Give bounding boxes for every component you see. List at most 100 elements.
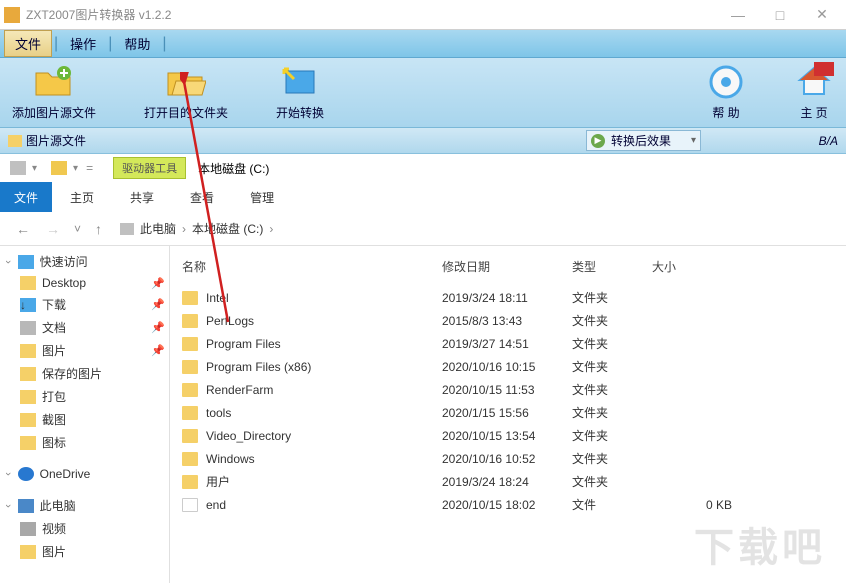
folder-icon[interactable] [51, 161, 67, 175]
file-row[interactable]: PerfLogs2015/8/3 13:43文件夹 [182, 309, 834, 332]
file-row[interactable]: Program Files2019/3/27 14:51文件夹 [182, 332, 834, 355]
onedrive-icon [18, 467, 34, 481]
start-convert-button[interactable]: 开始转换 [276, 64, 324, 121]
file-row[interactable]: Windows2020/10/16 10:52文件夹 [182, 447, 834, 470]
effect-dropdown[interactable]: ▶ 转换后效果 ▾ [586, 130, 701, 151]
sidebar-pictures-2[interactable]: 图片 [0, 540, 169, 563]
folder-icon [182, 337, 198, 351]
maximize-button[interactable]: □ [768, 3, 792, 27]
file-name: Windows [206, 452, 255, 466]
chevron-down-icon: ▾ [691, 135, 696, 146]
file-list-header: 名称 修改日期 类型 大小 [182, 252, 834, 286]
help-icon [706, 64, 746, 100]
minimize-button[interactable]: — [726, 3, 750, 27]
tab-file[interactable]: 文件 [0, 182, 52, 212]
pin-icon: 📌 [151, 344, 165, 357]
file-row[interactable]: Video_Directory2020/10/15 13:54文件夹 [182, 424, 834, 447]
column-type[interactable]: 类型 [572, 258, 652, 275]
sidebar-pictures[interactable]: 图片📌 [0, 339, 169, 362]
file-date: 2020/10/15 11:53 [442, 383, 572, 397]
file-type: 文件夹 [572, 358, 652, 375]
explorer-sidebar: 快速访问 Desktop📌 ↓下载📌 文档📌 图片📌 保存的图片 打包 截图 图… [0, 246, 170, 583]
file-row[interactable]: Program Files (x86)2020/10/16 10:15文件夹 [182, 355, 834, 378]
chevron-down-icon: ▾ [73, 163, 78, 174]
open-folder-label: 打开目的文件夹 [144, 104, 228, 121]
breadcrumb-drive[interactable]: 本地磁盘 (C:) [192, 220, 263, 237]
forward-button[interactable]: → [38, 221, 68, 237]
star-icon [18, 255, 34, 269]
open-folder-icon [166, 64, 206, 100]
download-icon: ↓ [20, 298, 36, 312]
dropdown-label: 转换后效果 [605, 132, 691, 149]
file-row[interactable]: tools2020/1/15 15:56文件夹 [182, 401, 834, 424]
back-button[interactable]: ← [8, 221, 38, 237]
file-name: RenderFarm [206, 383, 273, 397]
sidebar-video[interactable]: 视频 [0, 517, 169, 540]
open-folder-button[interactable]: 打开目的文件夹 [144, 64, 228, 121]
folder-icon [20, 390, 36, 404]
add-source-button[interactable]: 添加图片源文件 [12, 64, 96, 121]
sidebar-downloads[interactable]: ↓下载📌 [0, 293, 169, 316]
main-toolbar: 添加图片源文件 打开目的文件夹 开始转换 帮 助 主 页 [0, 58, 846, 128]
column-name[interactable]: 名称 [182, 258, 442, 275]
column-date[interactable]: 修改日期 [442, 258, 572, 275]
tab-view[interactable]: 查看 [172, 182, 232, 212]
sidebar-icons[interactable]: 图标 [0, 431, 169, 454]
up-button[interactable]: ↑ [87, 221, 110, 237]
file-name: Intel [206, 291, 229, 305]
file-type: 文件夹 [572, 289, 652, 306]
ba-label: B/A [819, 134, 838, 148]
flag-icon [814, 62, 834, 76]
drive-tools-pill[interactable]: 驱动器工具 [113, 157, 186, 179]
folder-icon [182, 314, 198, 328]
file-name: Video_Directory [206, 429, 291, 443]
tab-home[interactable]: 主页 [52, 182, 112, 212]
file-row[interactable]: RenderFarm2020/10/15 11:53文件夹 [182, 378, 834, 401]
breadcrumb: ← → ˅ ↑ 此电脑 › 本地磁盘 (C:) › [0, 212, 846, 246]
menu-help[interactable]: 帮助 [114, 30, 160, 57]
sidebar-desktop[interactable]: Desktop📌 [0, 273, 169, 293]
menu-action[interactable]: 操作 [60, 30, 106, 57]
folder-icon [20, 413, 36, 427]
file-row[interactable]: 用户2019/3/24 18:24文件夹 [182, 470, 834, 493]
file-name: Program Files [206, 337, 281, 351]
sidebar-onedrive[interactable]: OneDrive [0, 464, 169, 484]
sidebar-this-pc[interactable]: 此电脑 [0, 494, 169, 517]
menu-file[interactable]: 文件 [4, 30, 52, 57]
file-type: 文件夹 [572, 450, 652, 467]
sidebar-documents[interactable]: 文档📌 [0, 316, 169, 339]
status-bar: 图片源文件 ▶ 转换后效果 ▾ B/A [0, 128, 846, 154]
file-date: 2020/10/16 10:15 [442, 360, 572, 374]
document-icon [20, 321, 36, 335]
sidebar-quick-access[interactable]: 快速访问 [0, 250, 169, 273]
file-date: 2019/3/27 14:51 [442, 337, 572, 351]
pin-icon: 📌 [151, 277, 165, 290]
sidebar-screenshots[interactable]: 截图 [0, 408, 169, 431]
file-name: tools [206, 406, 231, 420]
sidebar-saved-pictures[interactable]: 保存的图片 [0, 362, 169, 385]
home-label: 主 页 [800, 104, 827, 121]
help-button[interactable]: 帮 助 [706, 64, 746, 121]
menubar: 文件 | 操作 | 帮助 | [0, 30, 846, 58]
explorer-quickaccess-bar: ▾ ▾ = 驱动器工具 本地磁盘 (C:) [0, 154, 846, 182]
file-row[interactable]: Intel 2019/3/24 18:11文件夹 [182, 286, 834, 309]
convert-icon [280, 64, 320, 100]
drive-icon[interactable] [10, 161, 26, 175]
pin-icon: 📌 [151, 298, 165, 311]
source-label: 图片源文件 [26, 132, 86, 149]
watermark: 下载吧 [694, 515, 826, 573]
file-type: 文件夹 [572, 473, 652, 490]
help-label: 帮 助 [712, 104, 739, 121]
folder-icon [20, 367, 36, 381]
column-size[interactable]: 大小 [652, 258, 732, 275]
file-icon [182, 498, 198, 512]
tab-manage[interactable]: 管理 [232, 182, 292, 212]
add-folder-icon [34, 64, 74, 100]
tab-share[interactable]: 共享 [112, 182, 172, 212]
file-row[interactable]: end2020/10/15 18:02文件0 KB [182, 493, 834, 516]
file-date: 2020/10/15 18:02 [442, 498, 572, 512]
close-button[interactable]: ✕ [810, 3, 834, 27]
breadcrumb-pc[interactable]: 此电脑 [140, 220, 176, 237]
sidebar-package[interactable]: 打包 [0, 385, 169, 408]
file-date: 2019/3/24 18:11 [442, 291, 572, 305]
